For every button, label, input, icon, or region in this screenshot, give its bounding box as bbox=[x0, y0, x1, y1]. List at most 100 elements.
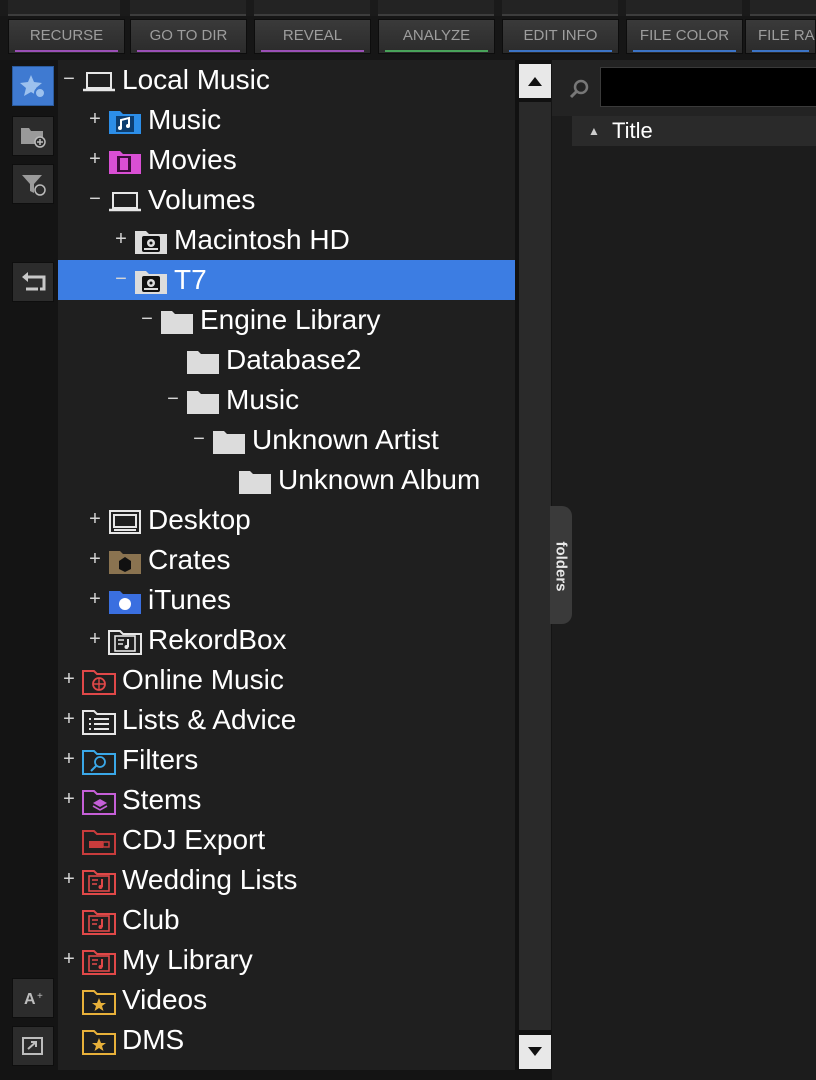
tree-item-itunes[interactable]: + iTunes bbox=[58, 580, 515, 620]
analyze-button[interactable]: ANALYZE bbox=[378, 19, 495, 54]
expand-icon[interactable]: + bbox=[62, 786, 76, 812]
tree-item-music[interactable]: − Music bbox=[58, 380, 515, 420]
expand-icon[interactable]: + bbox=[88, 506, 102, 532]
tree-item-my-library[interactable]: + My Library bbox=[58, 940, 515, 980]
filter-button[interactable] bbox=[12, 164, 54, 204]
tree-scrollbar[interactable] bbox=[515, 60, 551, 1070]
tree-item-new-dnb[interactable]: New DNB bbox=[58, 1060, 515, 1070]
search-bar bbox=[552, 60, 816, 116]
collapse-icon[interactable]: − bbox=[192, 426, 206, 452]
tree-item-dms[interactable]: DMS bbox=[58, 1020, 515, 1060]
collapse-icon[interactable]: − bbox=[88, 186, 102, 212]
tree-item-label: Volumes bbox=[148, 184, 256, 215]
tree-item-label: Wedding Lists bbox=[122, 864, 298, 895]
file-rating-label: FILE RA bbox=[758, 27, 815, 44]
button-accent bbox=[261, 50, 364, 52]
tree-item-lists-advice[interactable]: + Lists & Advice bbox=[58, 700, 515, 740]
tree-item-label: Online Music bbox=[122, 664, 284, 695]
reveal-button[interactable]: REVEAL bbox=[254, 19, 371, 54]
file-rating-button[interactable]: FILE RA bbox=[745, 19, 816, 54]
folder-icon bbox=[212, 427, 246, 455]
collapse-icon[interactable]: − bbox=[62, 66, 76, 92]
go-to-dir-button[interactable]: GO TO DIR bbox=[130, 19, 247, 54]
tree-item-database2[interactable]: Database2 bbox=[58, 340, 515, 380]
favorites-button[interactable] bbox=[12, 66, 54, 106]
tree-item-club[interactable]: Club bbox=[58, 900, 515, 940]
triangle-down-icon bbox=[528, 1047, 542, 1056]
tree-item-online-music[interactable]: + Online Music bbox=[58, 660, 515, 700]
tree-item-movies[interactable]: + Movies bbox=[58, 140, 515, 180]
tree-item-volumes[interactable]: − Volumes bbox=[58, 180, 515, 220]
tree-item-label: Engine Library bbox=[200, 304, 381, 335]
tree-item-unknown-album[interactable]: Unknown Album bbox=[58, 460, 515, 500]
scroll-up-button[interactable] bbox=[519, 64, 551, 98]
expand-icon[interactable]: + bbox=[88, 546, 102, 572]
expand-icon[interactable]: + bbox=[62, 666, 76, 692]
folder-icon bbox=[186, 387, 220, 415]
tree-item-stems[interactable]: + Stems bbox=[58, 780, 515, 820]
tree-item-macintosh-hd[interactable]: + Macintosh HD bbox=[58, 220, 515, 260]
analyze-label: ANALYZE bbox=[402, 27, 471, 44]
expand-icon[interactable]: + bbox=[62, 866, 76, 892]
resize-button[interactable] bbox=[12, 1026, 54, 1066]
file-color-label: FILE COLOR bbox=[639, 27, 730, 44]
tree-item-label: Videos bbox=[122, 984, 208, 1015]
tree-item-label: Unknown Artist bbox=[252, 424, 439, 455]
search-icon bbox=[569, 79, 589, 99]
tree-item-label: Database2 bbox=[226, 344, 362, 375]
folder-tree[interactable]: − Local Music + Music + Movies − Volumes + Macint… bbox=[58, 60, 515, 1070]
tree-item-local-music[interactable]: − Local Music bbox=[58, 60, 515, 100]
expand-icon[interactable]: + bbox=[62, 946, 76, 972]
column-header-title[interactable]: ▲ Title bbox=[572, 116, 816, 146]
tree-item-wedding-lists[interactable]: + Wedding Lists bbox=[58, 860, 515, 900]
expand-icon[interactable]: + bbox=[88, 586, 102, 612]
tree-item-cdj-export[interactable]: CDJ Export bbox=[58, 820, 515, 860]
scroll-down-button[interactable] bbox=[519, 1035, 551, 1069]
file-color-button[interactable]: FILE COLOR bbox=[626, 19, 743, 54]
tree-item-label: Filters bbox=[122, 744, 199, 775]
stems-icon bbox=[82, 787, 116, 815]
recurse-button[interactable]: RECURSE bbox=[8, 19, 125, 54]
column-title-label: Title bbox=[612, 118, 653, 143]
recurse-label: RECURSE bbox=[29, 27, 104, 44]
tree-item-unknown-artist[interactable]: − Unknown Artist bbox=[58, 420, 515, 460]
expand-icon[interactable]: + bbox=[62, 706, 76, 732]
expand-icon[interactable]: + bbox=[114, 226, 128, 252]
tree-item-filters[interactable]: + Filters bbox=[58, 740, 515, 780]
drive-icon bbox=[134, 267, 168, 295]
sort-ascending-icon: ▲ bbox=[588, 124, 600, 138]
svg-text:+: + bbox=[37, 991, 43, 1002]
tree-item-label: Music bbox=[148, 104, 222, 135]
tree-item-music[interactable]: + Music bbox=[58, 100, 515, 140]
add-folder-button[interactable] bbox=[12, 116, 54, 156]
apple-icon bbox=[108, 587, 142, 615]
edit-info-button[interactable]: EDIT INFO bbox=[502, 19, 619, 54]
sidebar-tools: A + bbox=[0, 60, 58, 1080]
edit-info-label: EDIT INFO bbox=[523, 27, 598, 44]
expand-icon[interactable]: + bbox=[88, 146, 102, 172]
font-size-button[interactable]: A + bbox=[12, 978, 54, 1018]
expand-icon[interactable]: + bbox=[88, 626, 102, 652]
collapse-icon[interactable]: − bbox=[166, 386, 180, 412]
folder-icon bbox=[186, 347, 220, 375]
folders-tab-label: folders bbox=[552, 541, 570, 592]
folders-side-tab[interactable]: folders bbox=[550, 506, 572, 624]
expand-icon[interactable]: + bbox=[62, 746, 76, 772]
deck-slot bbox=[130, 0, 246, 16]
tree-item-label: Stems bbox=[122, 784, 202, 815]
button-accent bbox=[752, 50, 809, 52]
collapse-icon[interactable]: − bbox=[114, 266, 128, 292]
scroll-track[interactable] bbox=[519, 102, 551, 1030]
back-button[interactable] bbox=[12, 262, 54, 302]
collapse-icon[interactable]: − bbox=[140, 306, 154, 332]
button-accent bbox=[509, 50, 612, 52]
tree-item-engine-library[interactable]: − Engine Library bbox=[58, 300, 515, 340]
tree-item-crates[interactable]: + Crates bbox=[58, 540, 515, 580]
filter-icon bbox=[82, 747, 116, 775]
search-input[interactable] bbox=[600, 67, 816, 107]
expand-icon[interactable]: + bbox=[88, 106, 102, 132]
tree-item-videos[interactable]: Videos bbox=[58, 980, 515, 1020]
tree-item-desktop[interactable]: + Desktop bbox=[58, 500, 515, 540]
tree-item-rekordbox[interactable]: + RekordBox bbox=[58, 620, 515, 660]
tree-item-t7[interactable]: − T7 bbox=[58, 260, 515, 300]
